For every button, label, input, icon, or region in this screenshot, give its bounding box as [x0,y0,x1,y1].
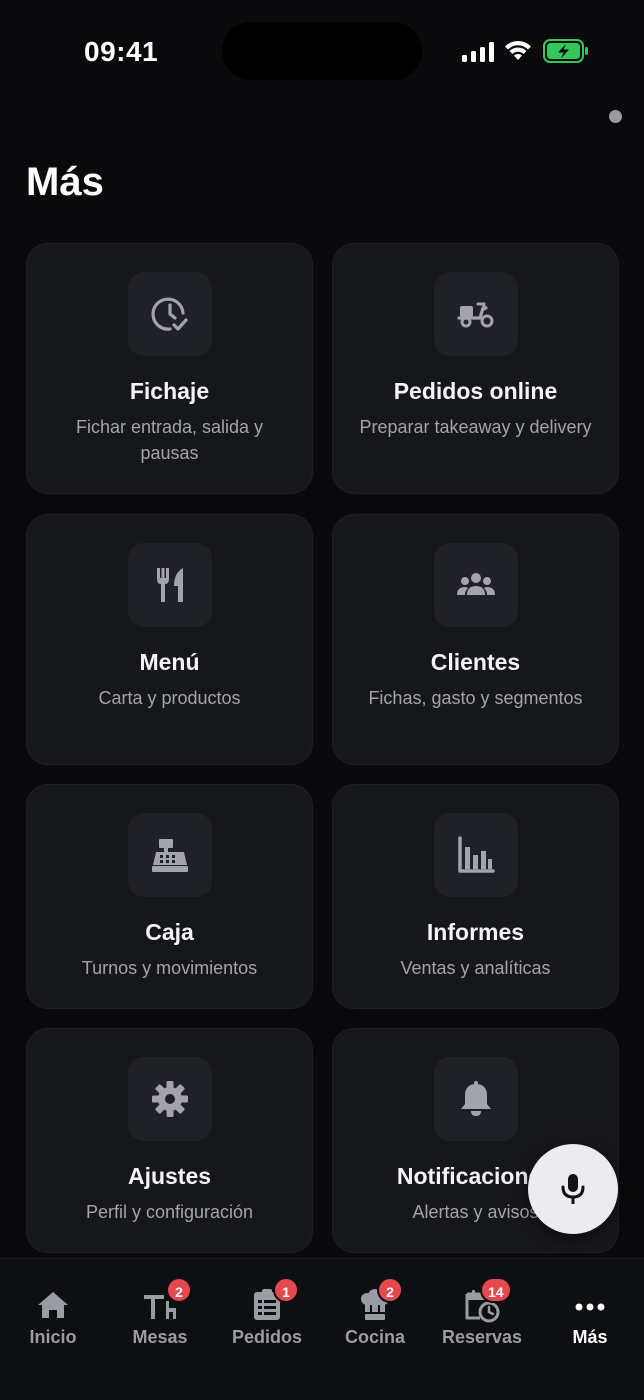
tab-mas[interactable]: Más [540,1283,640,1353]
tab-reservas[interactable]: 14 Reservas [432,1277,532,1353]
card-icon-box [434,543,518,627]
wifi-icon [505,40,531,60]
card-pedidos-online[interactable]: Pedidos online Preparar takeaway y deliv… [332,243,619,494]
card-ajustes[interactable]: Ajustes Perfil y configuración [26,1028,313,1253]
card-subtitle: Fichar entrada, salida y pausas [75,417,264,463]
card-subtitle: Perfil y configuración [85,1202,254,1222]
card-title: Informes [426,919,525,945]
mesas-badge: 2 [166,1277,192,1303]
tab-mesas[interactable]: 2 Mesas [110,1277,210,1353]
tab-label: Cocina [344,1327,405,1347]
utensils-icon [157,568,183,602]
card-title: Caja [145,919,194,945]
tab-inicio[interactable]: Inicio [3,1283,103,1353]
card-title: Clientes [430,649,521,675]
scooter-icon [457,302,494,328]
card-icon-box [434,813,518,897]
home-icon [38,1292,68,1318]
card-fichaje[interactable]: Fichaje Fichar entrada, salida y pausas [26,243,313,494]
microphone-icon [561,1174,585,1204]
card-icon-box [128,1057,212,1141]
battery-charging-icon [543,39,588,63]
status-time: 09:41 [84,36,159,67]
tab-label: Pedidos [231,1327,302,1347]
tab-pedidos[interactable]: 1 Pedidos [217,1277,317,1353]
tab-label: Inicio [29,1327,77,1347]
clock-check-icon [151,297,188,331]
bottom-tab-bar: Inicio 2 Mesas 1 Pedidos 2 Cocina 14 Res… [0,1258,644,1400]
card-menu[interactable]: Menú Carta y productos [26,514,313,765]
cellular-signal-icon [462,42,494,62]
card-title: Pedidos online [393,378,558,404]
card-subtitle: Preparar takeaway y delivery [359,417,592,437]
tab-label: Reservas [441,1327,523,1347]
more-dots-icon [575,1303,605,1311]
bar-chart-icon [458,836,495,873]
status-bar: 09:41 [0,0,644,100]
tab-cocina[interactable]: 2 Cocina [325,1277,425,1353]
card-title: Fichaje [129,378,210,404]
card-subtitle: Turnos y movimientos [81,958,258,978]
page-title: Más [26,160,104,204]
card-caja[interactable]: Caja Turnos y movimientos [26,784,313,1009]
card-icon-box [434,272,518,356]
dynamic-island [222,22,422,80]
card-title: Ajustes [127,1163,212,1189]
cash-register-icon [152,839,188,872]
card-title: Menú [139,649,200,675]
card-icon-box [434,1057,518,1141]
tab-label: Mesas [132,1327,188,1347]
card-informes[interactable]: Informes Ventas y analíticas [332,784,619,1009]
card-clientes[interactable]: Clientes Fichas, gasto y segmentos [332,514,619,765]
card-subtitle: Fichas, gasto y segmentos [368,688,583,708]
cocina-badge: 2 [377,1277,403,1303]
card-icon-box [128,543,212,627]
page-indicator-dot [609,110,622,123]
voice-input-button[interactable] [528,1144,618,1234]
tab-label: Más [572,1327,608,1347]
reservas-badge: 14 [480,1277,512,1303]
bell-icon [461,1081,491,1116]
card-icon-box [128,813,212,897]
card-subtitle: Ventas y analíticas [400,958,551,978]
users-icon [457,573,495,595]
pedidos-badge: 1 [273,1277,299,1303]
gear-icon [152,1081,188,1117]
card-icon-box [128,272,212,356]
card-subtitle: Carta y productos [98,688,241,708]
